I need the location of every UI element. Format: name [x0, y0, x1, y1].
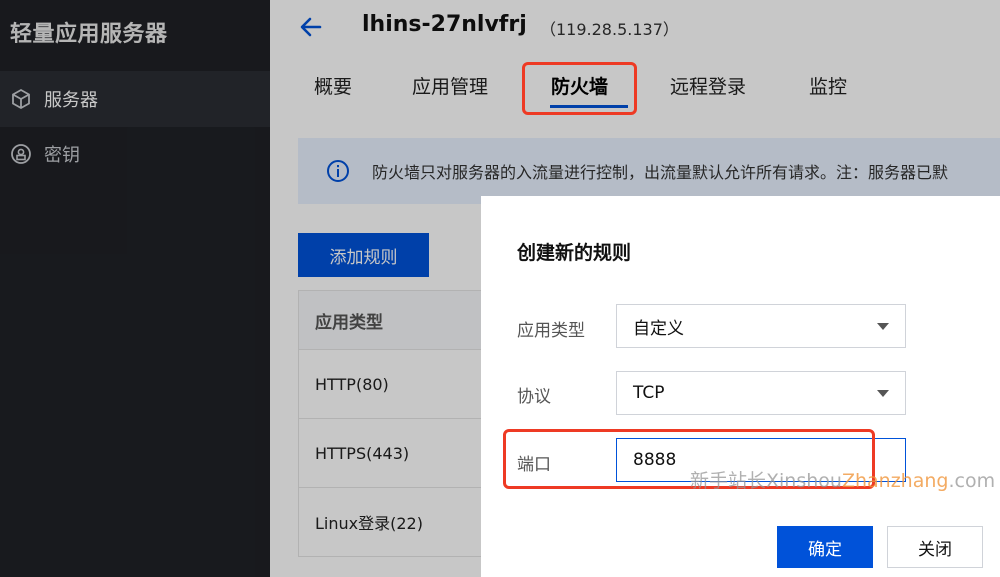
- protocol-select[interactable]: TCP: [616, 371, 906, 415]
- create-rule-dialog: 创建新的规则 应用类型 自定义 协议 TCP 端口 8888 确定 关闭: [481, 196, 1000, 577]
- protocol-value: TCP: [633, 383, 665, 403]
- caret-down-icon: [877, 323, 889, 330]
- close-button[interactable]: 关闭: [887, 526, 983, 568]
- caret-down-icon: [877, 390, 889, 397]
- watermark-part: Zhanzhang: [841, 470, 949, 492]
- confirm-button[interactable]: 确定: [777, 526, 873, 568]
- protocol-label: 协议: [517, 387, 551, 407]
- watermark-part: .com: [948, 470, 996, 492]
- app-type-label: 应用类型: [517, 321, 585, 341]
- app-type-select[interactable]: 自定义: [616, 304, 906, 348]
- watermark: 新手站长XinshouZhanzhang.com: [690, 466, 995, 493]
- app-type-value: 自定义: [633, 318, 684, 339]
- dialog-title: 创建新的规则: [517, 242, 632, 264]
- firewall-tab-highlight: [522, 62, 637, 115]
- watermark-part: 新手站长: [690, 470, 767, 492]
- watermark-part: Xinshou: [766, 470, 842, 492]
